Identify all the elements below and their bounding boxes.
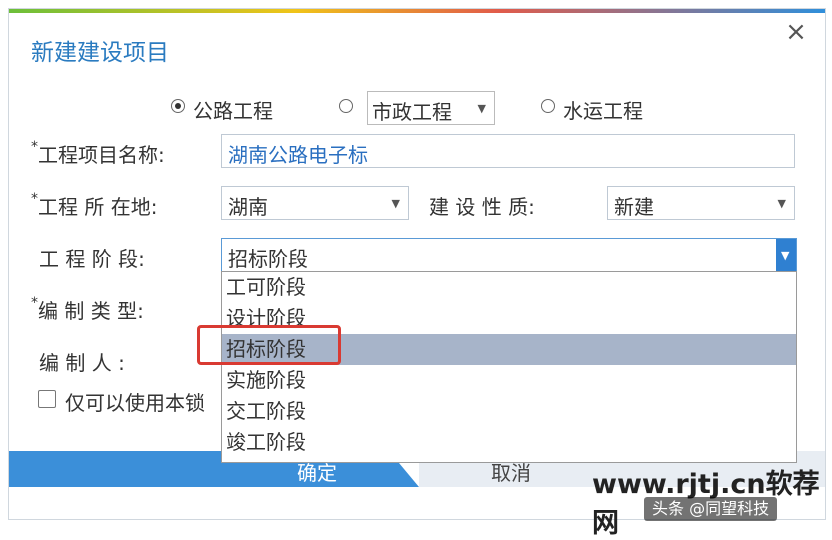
stage-label: 工 程 阶 段:	[39, 247, 145, 271]
stage-option[interactable]: 交工阶段	[222, 396, 796, 427]
dialog-title: 新建建设项目	[31, 40, 169, 66]
chevron-down-icon: ▼	[391, 197, 400, 210]
annotation-highlight-box	[197, 325, 341, 365]
project-name-label: *工程项目名称:	[31, 139, 165, 167]
radio-municipal[interactable]	[339, 99, 353, 113]
radio-highway-label[interactable]: 公路工程	[193, 95, 273, 124]
chevron-down-icon: ▼	[777, 197, 786, 210]
compile-type-label: *编 制 类 型:	[31, 295, 144, 323]
nature-select[interactable]: 新建 ▼	[607, 186, 795, 220]
stage-dropdown-list: 工可阶段 设计阶段 招标阶段 实施阶段 交工阶段 竣工阶段	[221, 271, 797, 463]
municipal-select-label: 市政工程	[372, 100, 452, 124]
stage-option[interactable]: 竣工阶段	[222, 427, 796, 458]
project-name-input[interactable]: 湖南公路电子标	[221, 134, 795, 168]
only-use-lock-label[interactable]: 仅可以使用本锁	[65, 387, 213, 416]
compiler-label: 编 制 人 :	[39, 351, 125, 375]
radio-waterway-label[interactable]: 水运工程	[563, 95, 643, 124]
nature-label: 建 设 性 质:	[429, 195, 535, 219]
radio-waterway[interactable]	[541, 99, 555, 113]
stage-option[interactable]: 实施阶段	[222, 365, 796, 396]
project-type-row: 公路工程 市政工程 ▼ 水运工程	[9, 91, 825, 125]
location-label: *工程 所 在地:	[31, 191, 158, 219]
radio-highway[interactable]	[171, 99, 185, 113]
chevron-down-icon: ▼	[781, 249, 790, 262]
stage-select[interactable]: 招标阶段 ▼	[221, 238, 797, 272]
new-project-dialog: 新建建设项目 × 公路工程 市政工程 ▼ 水运工程 *工程项目名称: 湖南公路电…	[8, 8, 826, 520]
chevron-down-icon: ▼	[477, 102, 486, 115]
municipal-select[interactable]: 市政工程 ▼	[367, 91, 495, 125]
stage-dropdown-button[interactable]: ▼	[776, 239, 796, 271]
close-icon[interactable]: ×	[781, 17, 811, 47]
stage-option[interactable]: 工可阶段	[222, 272, 796, 303]
location-select[interactable]: 湖南 ▼	[221, 186, 409, 220]
source-badge: 头条 @同望科技	[644, 497, 778, 521]
only-use-lock-checkbox[interactable]	[38, 390, 56, 408]
top-color-stripe	[9, 9, 825, 13]
